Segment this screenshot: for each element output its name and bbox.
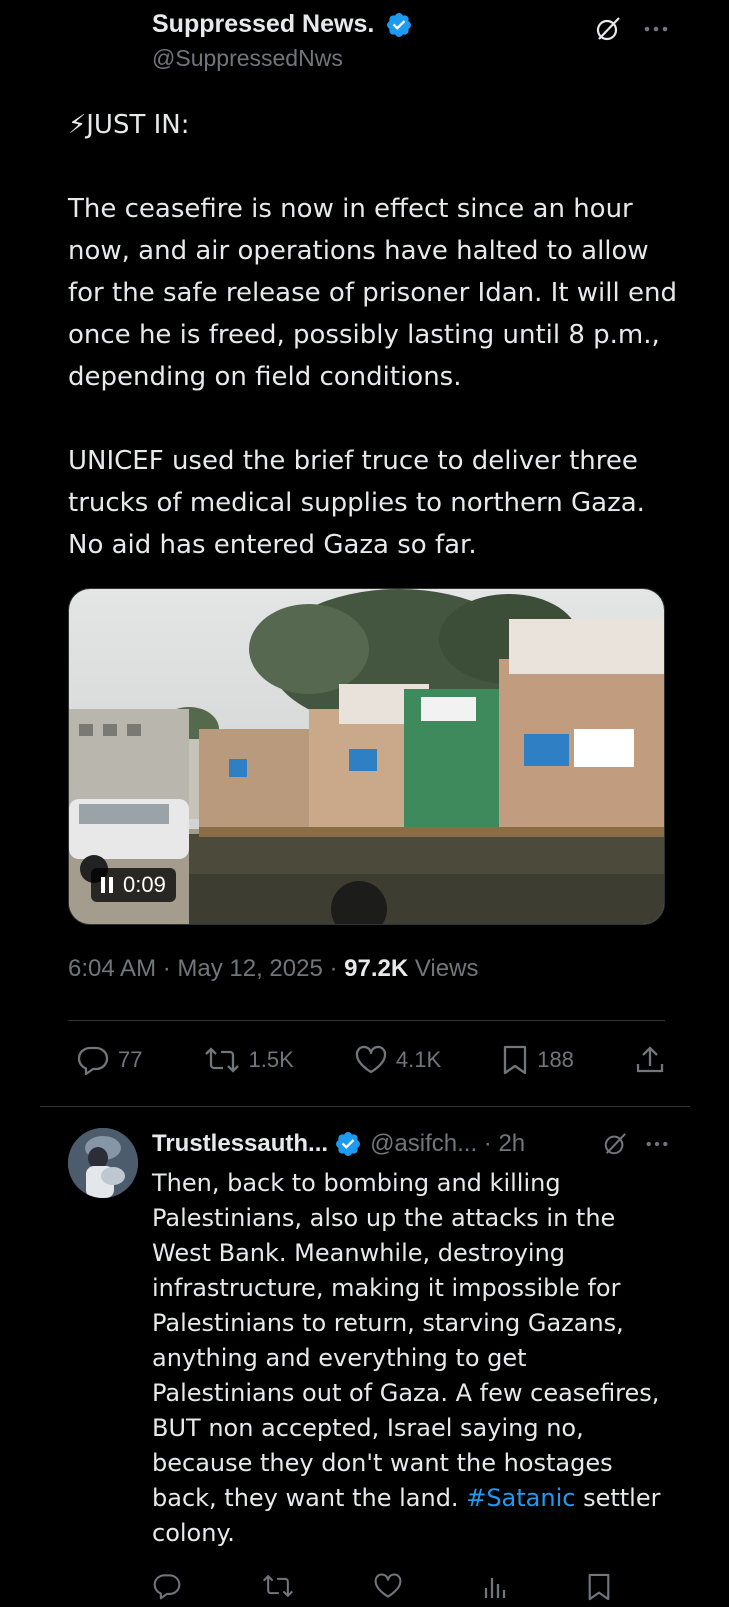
bookmark-icon (588, 1573, 610, 1601)
timestamp[interactable]: 6:04 AM · May 12, 2025 · (68, 955, 344, 982)
verified-badge-icon (336, 1132, 361, 1156)
like-icon (374, 1573, 402, 1598)
divider (68, 1020, 665, 1021)
grok-icon[interactable] (603, 1132, 627, 1156)
views-button[interactable] (482, 1572, 508, 1606)
repost-icon (262, 1574, 293, 1598)
grok-icon[interactable] (595, 16, 621, 42)
video-time-badge[interactable]: 0:09 (91, 868, 176, 902)
views-count: 97.2K (344, 955, 409, 982)
reply-author-handle[interactable]: @asifch... · 2h (370, 1130, 525, 1158)
bookmark-button[interactable]: 188 (501, 1044, 574, 1076)
repost-button[interactable]: 1.5K (203, 1045, 294, 1075)
hashtag-link[interactable]: #Satanic (466, 1484, 575, 1512)
author-handle[interactable]: @SuppressedNws (152, 45, 413, 72)
tweet-actions: 77 1.5K 4.1K 188 (76, 1044, 666, 1076)
repost-icon (204, 1047, 239, 1073)
avatar[interactable] (68, 1128, 138, 1198)
tweet-author[interactable]: Suppressed News. @SuppressedNws (152, 10, 413, 72)
more-icon[interactable] (645, 1140, 669, 1148)
bookmark-count: 188 (537, 1047, 574, 1072)
share-button[interactable] (634, 1044, 666, 1076)
video-time: 0:09 (123, 872, 166, 897)
like-button[interactable]: 4.1K (354, 1045, 441, 1075)
tweet-meta: 6:04 AM · May 12, 2025 · 97.2K Views (68, 955, 478, 983)
divider (40, 1106, 690, 1107)
reply-button[interactable]: 77 (76, 1045, 142, 1075)
like-button[interactable] (373, 1572, 403, 1606)
views-label: Views (408, 955, 479, 982)
repost-button[interactable] (261, 1572, 295, 1606)
reply-actions (152, 1572, 612, 1606)
tweet-text: ⚡JUST IN: The ceasefire is now in effect… (68, 110, 677, 560)
reply-text-body: Then, back to bombing and killing Palest… (152, 1169, 660, 1512)
pause-icon[interactable] (101, 877, 113, 893)
reply-count: 77 (118, 1047, 143, 1072)
reply-text: Then, back to bombing and killing Palest… (152, 1166, 672, 1551)
bookmark-icon (504, 1045, 527, 1075)
tweet-video[interactable]: 0:09 (68, 588, 665, 925)
reply-button[interactable] (152, 1572, 182, 1606)
views-icon (484, 1578, 505, 1598)
verified-badge-icon (387, 12, 412, 37)
repost-count: 1.5K (248, 1047, 294, 1072)
like-icon (355, 1045, 387, 1074)
reply-icon (77, 1046, 109, 1075)
more-icon[interactable] (643, 25, 669, 33)
share-icon (636, 1046, 664, 1073)
like-count: 4.1K (395, 1047, 442, 1072)
reply-author-name[interactable]: Trustlessauth... (152, 1130, 328, 1158)
author-name[interactable]: Suppressed News. (152, 10, 374, 39)
reply-icon (153, 1574, 181, 1600)
bookmark-button[interactable] (586, 1572, 612, 1606)
